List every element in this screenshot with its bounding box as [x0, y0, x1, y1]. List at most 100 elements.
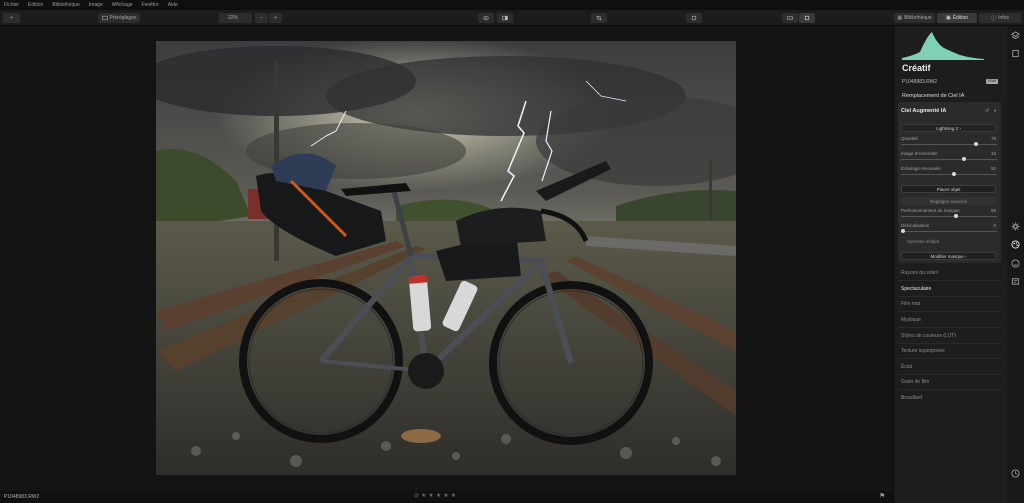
compare-icon	[502, 15, 508, 21]
divider	[898, 296, 1001, 297]
slider-track[interactable]	[901, 174, 997, 175]
zoom-label: 22%	[228, 15, 239, 21]
view-full-button[interactable]	[799, 13, 815, 23]
rating-stars[interactable]: ⊘ ★ ★ ★ ★ ★	[414, 493, 456, 500]
star-3-icon[interactable]: ★	[436, 493, 441, 500]
tool-color-styles[interactable]: Styles de couleurs (LUT)	[901, 333, 956, 339]
crop-icon	[596, 15, 602, 21]
slider-relight[interactable]: Éclairage renouvelé 50	[901, 166, 997, 178]
tool-mystical[interactable]: Mystique	[901, 317, 921, 323]
divider	[898, 311, 1001, 312]
slider-knob[interactable]	[974, 142, 978, 146]
creative-tab[interactable]	[1010, 239, 1021, 250]
pro-tab[interactable]	[1010, 276, 1021, 287]
slider-knob[interactable]	[952, 172, 956, 176]
section-sky-replacement[interactable]: Remplacement de Ciel IA	[902, 93, 964, 99]
slider-knob[interactable]	[962, 157, 966, 161]
advanced-settings-button[interactable]: Réglages avancés	[901, 197, 996, 205]
edit-icon: ▣	[945, 15, 951, 21]
reset-icon[interactable]: ↺	[985, 108, 989, 114]
object-symmetry-label[interactable]: Symétrie d'objet	[907, 239, 939, 244]
compare-button[interactable]	[497, 13, 513, 23]
tool-dramatic[interactable]: Spectaculaire	[901, 286, 931, 292]
slider-value[interactable]: 55	[991, 208, 996, 213]
tool-category-strip	[1007, 26, 1024, 503]
tool-film-grain[interactable]: Grain de film	[901, 379, 929, 385]
slider-label: Image d'ensemble	[901, 151, 938, 156]
tab-library[interactable]: ▦ Bibliothèque	[894, 13, 935, 23]
crop-button[interactable]	[591, 13, 607, 23]
menu-help[interactable]: Aide	[168, 2, 178, 8]
slider-global[interactable]: Image d'ensemble 33	[901, 151, 997, 163]
presets-label: Préréglages	[109, 15, 137, 21]
add-button[interactable]: +	[3, 13, 20, 23]
slider-knob[interactable]	[901, 229, 905, 233]
eye-icon	[483, 16, 489, 20]
sky-enhancer-tool: Ciel Augmenté IA ↺ ◐ Lightning 2 › Quant…	[898, 102, 1001, 263]
erase-button[interactable]	[686, 13, 702, 23]
slider-knob[interactable]	[954, 214, 958, 218]
tool-glow[interactable]: Éclat	[901, 364, 912, 370]
menu-file[interactable]: Fichier	[4, 2, 19, 8]
star-5-icon[interactable]: ★	[451, 493, 456, 500]
zoom-out-button[interactable]: −	[255, 13, 268, 23]
slider-value[interactable]: 50	[991, 166, 996, 171]
slider-track[interactable]	[901, 231, 997, 232]
slider-value[interactable]: 78	[991, 136, 996, 141]
history-tab[interactable]	[1010, 468, 1021, 479]
menu-edit[interactable]: Edition	[28, 2, 43, 8]
slider-track[interactable]	[901, 216, 997, 217]
zoom-in-button[interactable]: +	[269, 13, 282, 23]
star-4-icon[interactable]: ★	[443, 493, 448, 500]
star-1-icon[interactable]: ★	[421, 493, 426, 500]
tool-title: Ciel Augmenté IA	[901, 108, 947, 114]
menu-view[interactable]: Affichage	[112, 2, 133, 8]
slider-value[interactable]: 33	[991, 151, 996, 156]
toolbar: + Préréglages 22% − + ▦ Bibliothèque ▣ É…	[0, 10, 1024, 26]
single-view-icon	[804, 15, 810, 21]
menu-image[interactable]: Image	[89, 2, 103, 8]
right-panel: Créatif P1048983.RW2 RAW Remplacement de…	[893, 26, 1007, 503]
panel-filename: P1048983.RW2	[902, 79, 938, 85]
star-2-icon[interactable]: ★	[428, 493, 433, 500]
photo-preview[interactable]	[156, 41, 736, 475]
menu-library[interactable]: Bibliothèque	[52, 2, 80, 8]
tab-info[interactable]: ⓘ Infos	[979, 13, 1021, 23]
essentials-tab[interactable]	[1010, 221, 1021, 232]
menu-window[interactable]: Fenêtre	[142, 2, 159, 8]
canvas-tab[interactable]	[1010, 48, 1021, 59]
tool-sun-rays[interactable]: Rayons du soleil	[901, 270, 938, 276]
slider-mask-refine[interactable]: Perfectionnement du masque 55	[901, 208, 997, 220]
filmstrip-icon	[787, 16, 793, 20]
zoom-dropdown[interactable]: 22%	[219, 13, 252, 23]
presets-button[interactable]: Préréglages	[98, 13, 140, 23]
slider-track[interactable]	[901, 159, 997, 160]
slider-amount[interactable]: Quantité 78	[901, 136, 997, 148]
pro-icon	[1011, 278, 1020, 285]
sky-preset-dropdown[interactable]: Lightning 2 ›	[901, 124, 996, 132]
toggle-visibility-icon[interactable]: ◐	[994, 108, 997, 114]
layers-tab[interactable]	[1010, 30, 1021, 41]
divider	[898, 374, 1001, 375]
status-bar: P1048983.RW2 ⊘ ★ ★ ★ ★ ★ ⚑	[0, 491, 893, 503]
tool-texture-overlay[interactable]: Texture superposée	[901, 348, 945, 354]
slider-value[interactable]: 0	[993, 223, 996, 228]
info-icon: ⓘ	[991, 15, 997, 22]
portrait-tab[interactable]	[1010, 258, 1021, 269]
face-icon	[1011, 259, 1020, 268]
slider-defocus[interactable]: Défocalisation 0	[901, 223, 997, 235]
slider-track[interactable]	[901, 144, 997, 145]
photo-image	[156, 41, 736, 475]
tool-fog[interactable]: Brouillard	[901, 395, 922, 401]
view-single-button[interactable]	[782, 13, 798, 23]
tool-matte-look[interactable]: Film mat	[901, 301, 920, 307]
edit-mask-button[interactable]: Modifier masque ›	[901, 252, 996, 260]
divider	[898, 327, 1001, 328]
image-canvas[interactable]	[0, 26, 893, 491]
divider	[898, 280, 1001, 281]
place-object-button[interactable]: Placer objet	[901, 185, 996, 193]
eye-button[interactable]	[478, 13, 494, 23]
tab-edit[interactable]: ▣ Édition	[937, 13, 977, 23]
reject-flag-icon[interactable]: ⊘	[414, 493, 419, 500]
flag-icon[interactable]: ⚑	[879, 492, 885, 500]
